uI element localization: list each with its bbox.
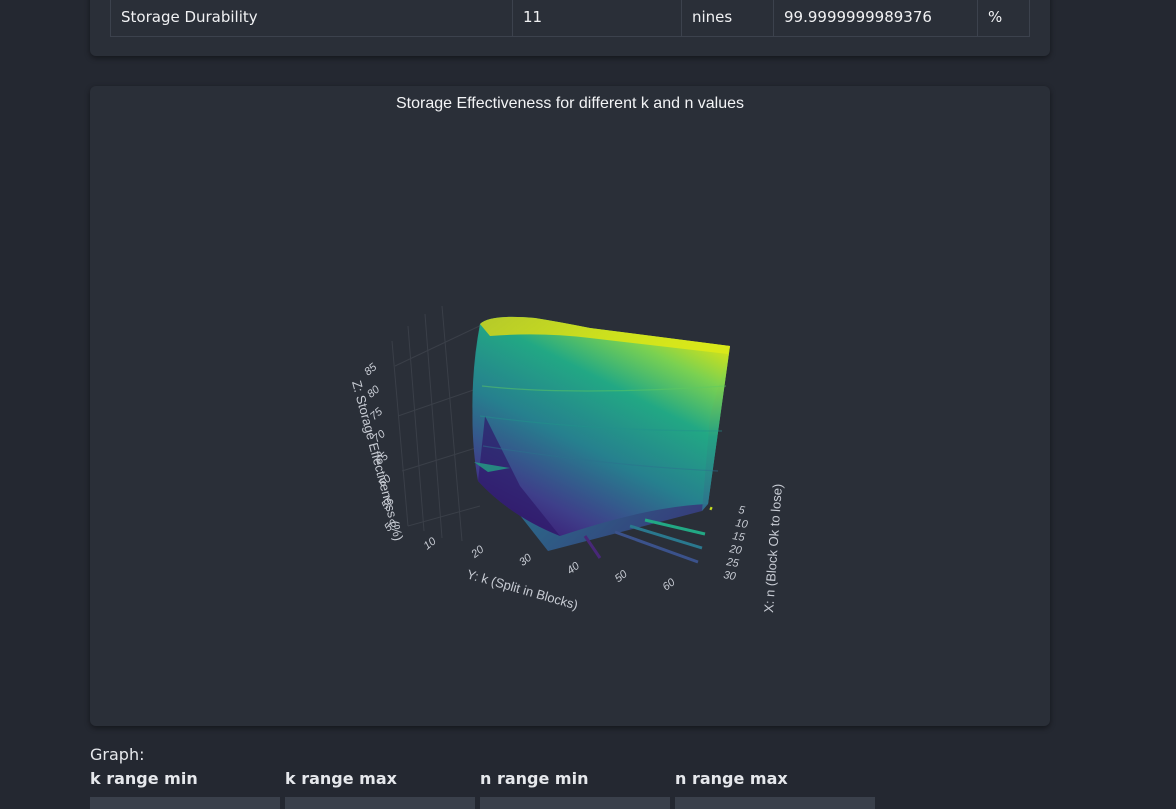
- n-range-min-label: n range min: [480, 769, 589, 788]
- k-range-max-input[interactable]: [285, 797, 475, 809]
- y-axis-title: Y: k (Split in Blocks): [465, 566, 580, 612]
- n-range-max-input[interactable]: [675, 797, 875, 809]
- x-tick-label: 5: [737, 504, 746, 517]
- k-range-max-label: k range max: [285, 769, 397, 788]
- x-tick-label: 25: [724, 556, 740, 570]
- y-tick-label: 30: [517, 551, 535, 569]
- surface-body: [472, 316, 730, 551]
- y-tick-label: 20: [468, 543, 487, 561]
- x-axis-title: X: n (Block Ok to lose): [761, 483, 785, 613]
- n-range-min-input[interactable]: [480, 797, 670, 809]
- x-axis-title-group: X: n (Block Ok to lose): [761, 483, 785, 613]
- y-axis-title-group: Y: k (Split in Blocks): [465, 566, 580, 612]
- durability-unit: nines: [681, 0, 774, 37]
- z-tick-label: 85: [362, 361, 380, 379]
- x-tick-label: 15: [731, 530, 746, 544]
- x-tick-label: 10: [734, 517, 749, 531]
- x-tick-label: 20: [727, 543, 743, 557]
- k-range-min-label: k range min: [90, 769, 198, 788]
- plot-card: Storage Effectiveness for different k an…: [90, 86, 1050, 726]
- durability-value: 11: [512, 0, 682, 37]
- y-tick-label: 10: [421, 535, 439, 553]
- y-tick-label: 40: [565, 559, 583, 577]
- y-tick-label: 60: [660, 576, 678, 594]
- k-range-min-input[interactable]: [90, 797, 280, 809]
- graph-label: Graph:: [90, 745, 145, 764]
- x-tick-label: 30: [722, 569, 737, 583]
- durability-label: Storage Durability: [110, 0, 513, 37]
- surface-plot[interactable]: Z: Storage Effectiveness (%) Y: k (Split…: [90, 86, 1050, 726]
- n-range-max-label: n range max: [675, 769, 788, 788]
- durability-table: Storage Durability 11 nines 99.999999998…: [110, 0, 1030, 37]
- y-tick-label: 50: [613, 568, 631, 586]
- durability-percent-value: 99.9999999989376: [773, 0, 978, 37]
- durability-percent-unit: %: [977, 0, 1030, 37]
- table-row: Storage Durability 11 nines 99.999999998…: [110, 0, 1030, 37]
